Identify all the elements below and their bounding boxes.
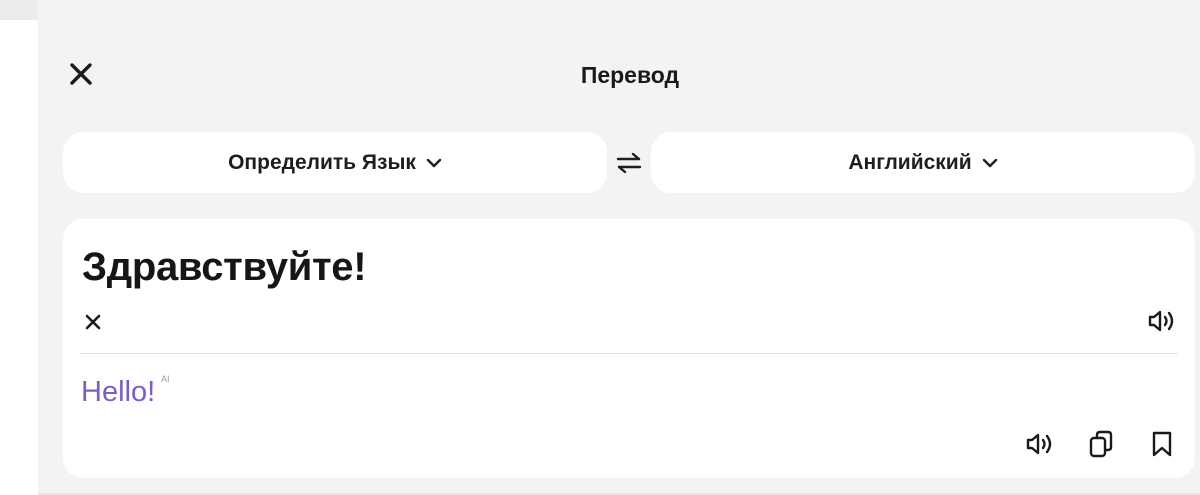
divider <box>80 353 1178 354</box>
bookmark-icon <box>1152 431 1172 457</box>
swap-arrows-icon <box>616 152 642 174</box>
translation-card: Здравствуйте! Hello! AI <box>63 219 1195 478</box>
bookmark-translation-button[interactable] <box>1145 427 1179 461</box>
copy-translation-button[interactable] <box>1084 427 1118 461</box>
ai-badge: AI <box>161 374 170 384</box>
target-language-selector[interactable]: Английский <box>651 132 1195 193</box>
chevron-down-icon <box>982 158 998 168</box>
translated-text: Hello! <box>81 376 156 408</box>
speaker-icon <box>1148 310 1174 332</box>
source-text[interactable]: Здравствуйте! <box>82 243 367 291</box>
copy-icon <box>1089 430 1113 458</box>
left-sidebar-edge <box>0 20 38 495</box>
close-button[interactable] <box>64 57 98 91</box>
close-icon <box>70 63 92 85</box>
speak-translation-button[interactable] <box>1023 427 1057 461</box>
clear-input-button[interactable] <box>80 309 106 335</box>
clear-icon <box>85 314 101 330</box>
page-title: Перевод <box>580 62 680 88</box>
speaker-icon <box>1026 433 1052 455</box>
source-language-selector[interactable]: Определить Язык <box>63 132 607 193</box>
target-language-label: Английский <box>848 150 972 174</box>
speak-source-button[interactable] <box>1145 304 1179 338</box>
source-language-label: Определить Язык <box>228 150 416 174</box>
chevron-down-icon <box>426 158 442 168</box>
swap-languages-button[interactable] <box>611 145 647 181</box>
